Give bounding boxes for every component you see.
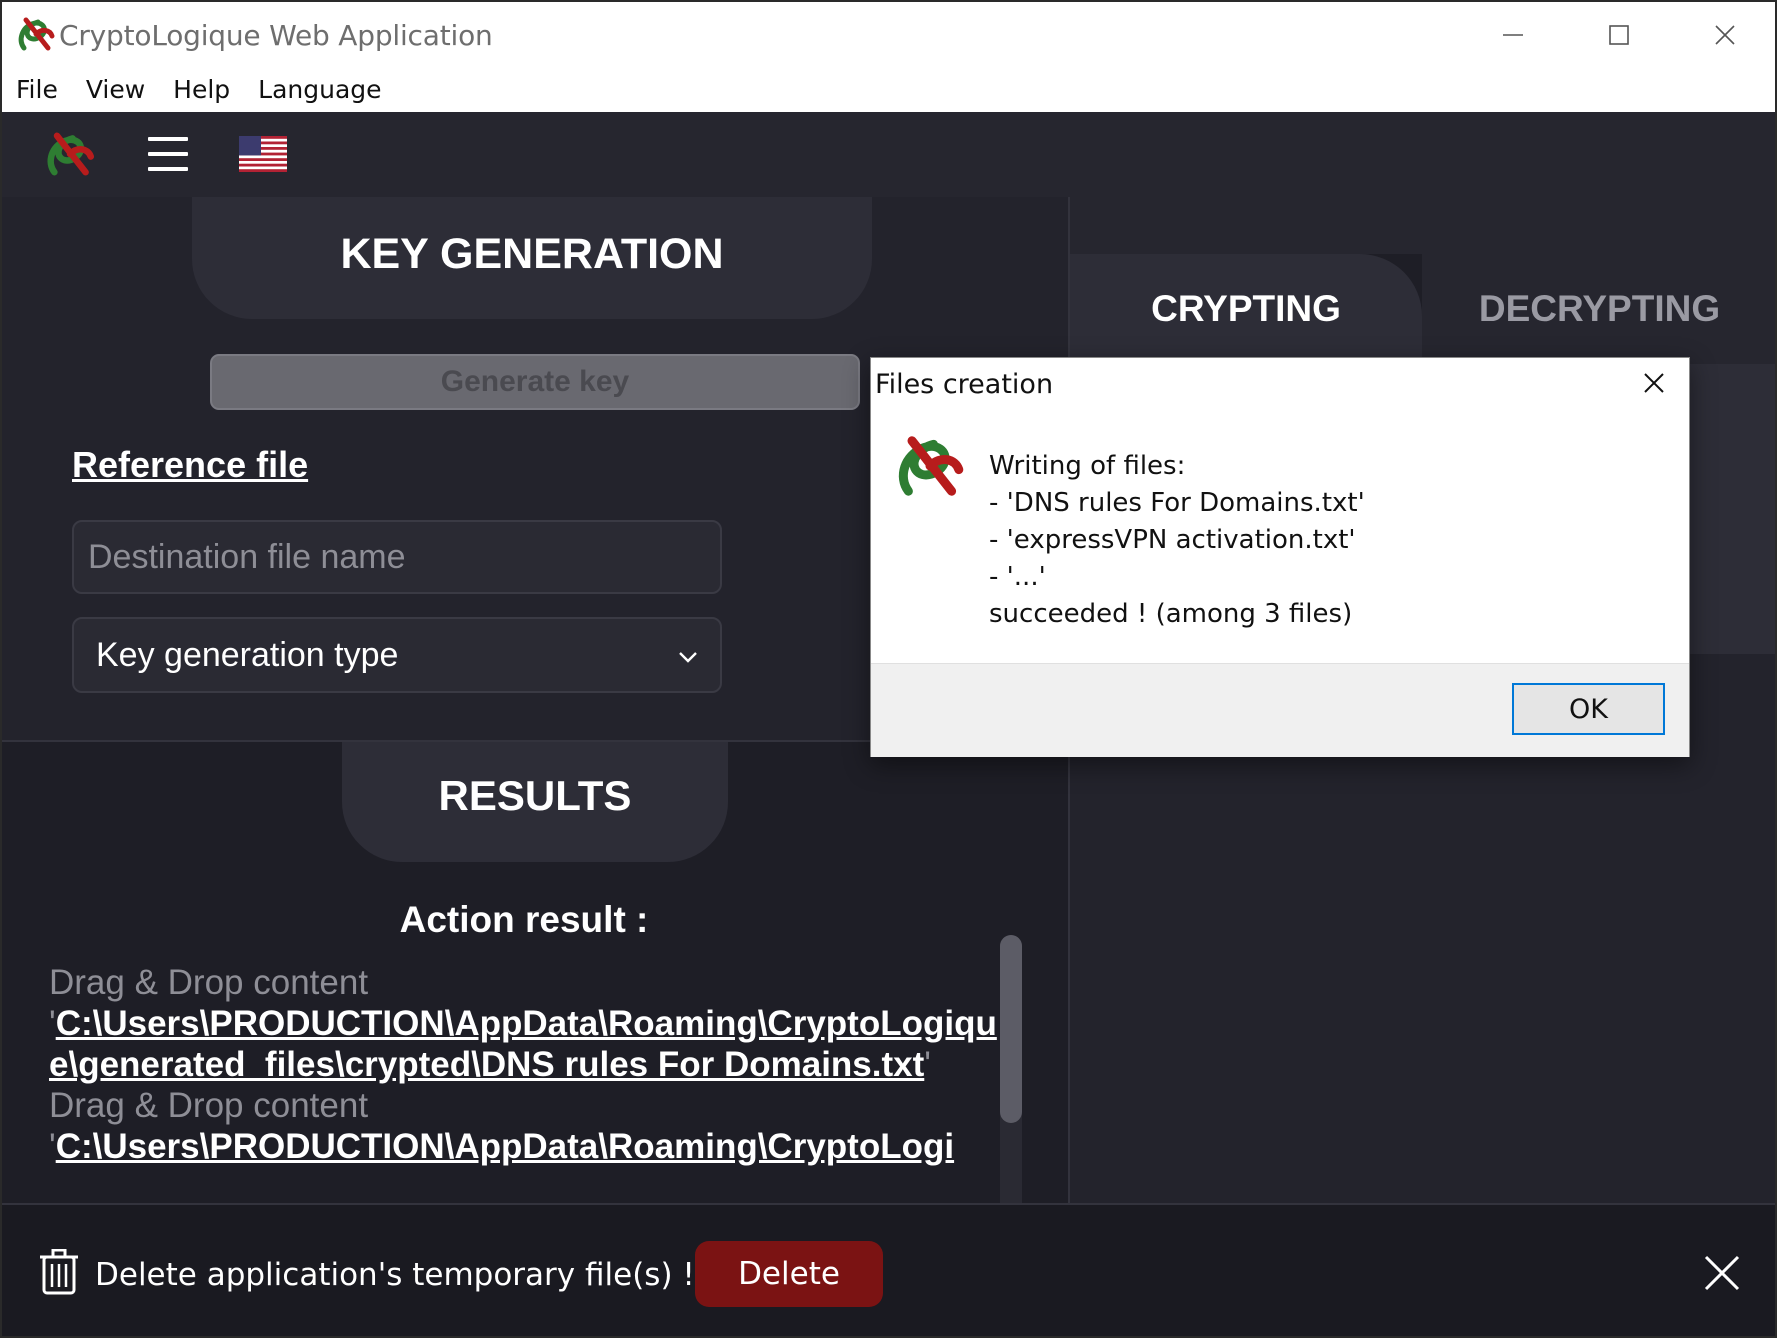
delete-button[interactable]: Delete (695, 1241, 883, 1307)
result-entry: Drag & Drop content 'C:\Users\PRODUCTION… (49, 1085, 1007, 1167)
destination-file-input[interactable]: Destination file name (72, 520, 722, 594)
key-generation-type-label: Key generation type (96, 635, 399, 674)
cryptologique-logo-icon[interactable] (44, 128, 96, 180)
key-generation-type-select[interactable]: Key generation type (72, 617, 722, 693)
action-result-title: Action result : (399, 899, 649, 940)
temp-files-message: Delete application's temporary file(s) ! (95, 1257, 695, 1293)
top-navigation (2, 112, 1775, 197)
drag-drop-label: Drag & Drop content (49, 963, 369, 1002)
quote-mark: ' (49, 1127, 56, 1166)
drag-drop-label: Drag & Drop content (49, 1086, 369, 1125)
close-icon (1715, 25, 1735, 45)
scrollbar-thumb[interactable] (1000, 935, 1022, 1123)
dialog-line: Writing of files: (989, 451, 1186, 481)
hamburger-icon[interactable] (148, 137, 188, 171)
trash-icon (40, 1249, 78, 1295)
menu-language[interactable]: Language (244, 68, 395, 112)
close-icon[interactable] (1704, 1255, 1740, 1291)
tab-decrypting[interactable]: DECRYPTING (1422, 254, 1775, 364)
right-panel-header (1070, 197, 1775, 254)
window-close-button[interactable] (1672, 2, 1775, 68)
minimize-icon (1503, 34, 1523, 36)
cryptologique-logo-icon (898, 436, 964, 496)
ok-button[interactable]: OK (1512, 683, 1665, 735)
dialog-line: - '...' (989, 562, 1046, 592)
minimize-button[interactable] (1460, 2, 1566, 68)
menu-help[interactable]: Help (159, 68, 244, 112)
maximize-button[interactable] (1566, 2, 1672, 68)
chevron-down-icon (679, 652, 697, 663)
result-entry: Drag & Drop content 'C:\Users\PRODUCTION… (49, 962, 1007, 1085)
results-section: RESULTS Action result : Drag & Drop cont… (2, 740, 1068, 1235)
app-window: CryptoLogique Web Application File View … (0, 0, 1777, 1338)
us-flag-icon[interactable] (239, 136, 287, 172)
dialog-line: succeeded ! (among 3 files) (989, 599, 1353, 629)
result-file-path-link[interactable]: C:\Users\PRODUCTION\AppData\Roaming\Cryp… (49, 1004, 997, 1084)
generate-key-button[interactable]: Generate key (210, 354, 860, 410)
results-title: RESULTS (342, 742, 728, 862)
close-icon[interactable] (1639, 368, 1669, 398)
result-file-path-link[interactable]: C:\Users\PRODUCTION\AppData\Roaming\Cryp… (56, 1127, 954, 1166)
menu-file[interactable]: File (2, 68, 72, 112)
dialog-footer: OK (871, 663, 1689, 757)
dialog-line: - 'DNS rules For Domains.txt' (989, 488, 1365, 518)
quote-mark: ' (924, 1045, 931, 1084)
dialog-line: - 'expressVPN activation.txt' (989, 525, 1356, 555)
menu-bar: File View Help Language (2, 68, 1775, 112)
menu-view[interactable]: View (72, 68, 159, 112)
results-scrollbar[interactable] (1000, 935, 1022, 1235)
title-bar: CryptoLogique Web Application (2, 2, 1775, 68)
results-list: Drag & Drop content 'C:\Users\PRODUCTION… (49, 962, 1007, 1167)
dialog-message: Writing of files: - 'DNS rules For Domai… (989, 448, 1365, 633)
temp-files-bar: Delete application's temporary file(s) !… (2, 1203, 1775, 1336)
quote-mark: ' (49, 1004, 56, 1043)
reference-file-link[interactable]: Reference file (72, 444, 308, 486)
window-title: CryptoLogique Web Application (59, 19, 493, 52)
files-creation-dialog: Files creation Writing of files: - 'DNS … (870, 357, 1690, 757)
tab-crypting[interactable]: CRYPTING (1070, 254, 1422, 364)
cryptologique-logo-icon (18, 17, 55, 51)
key-generation-title: KEY GENERATION (192, 197, 872, 319)
dialog-title: Files creation (875, 369, 1054, 400)
maximize-icon (1609, 25, 1629, 45)
